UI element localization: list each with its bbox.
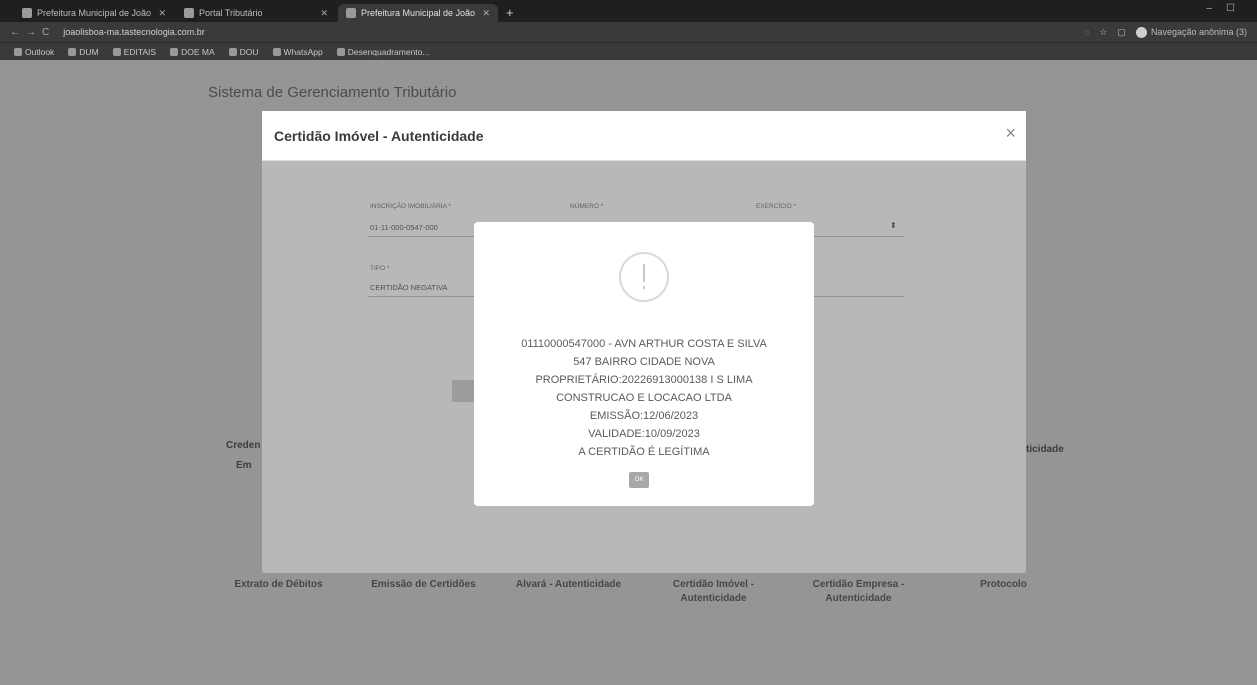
incognito-indicator[interactable]: Navegação anônima (3) bbox=[1135, 26, 1247, 38]
bookmark-item[interactable]: Desenquadramento... bbox=[336, 47, 429, 57]
star-icon[interactable]: ☆ bbox=[1099, 27, 1107, 38]
browser-tab[interactable]: Prefeitura Municipal de João Lisb ✕ bbox=[14, 4, 174, 22]
bookmark-icon bbox=[272, 47, 281, 56]
tab-label: Portal Tributário bbox=[199, 8, 263, 18]
modal-header: Certidão Imóvel - Autenticidade × bbox=[262, 111, 1026, 161]
bookmark-icon bbox=[14, 47, 22, 56]
bookmark-item[interactable]: WhatsApp bbox=[272, 47, 323, 57]
modal-title: Certidão Imóvel - Autenticidade bbox=[274, 128, 484, 144]
warning-bar bbox=[643, 264, 645, 282]
bookmark-icon bbox=[170, 47, 179, 56]
bookmark-icon bbox=[228, 47, 237, 56]
eye-off-icon[interactable]: ◌ bbox=[1084, 27, 1089, 37]
tab-label: Prefeitura Municipal de João Lisb bbox=[37, 8, 153, 18]
new-tab-button[interactable]: + bbox=[500, 4, 520, 22]
bookmark-item[interactable]: Outlook bbox=[14, 47, 54, 57]
bookmark-icon bbox=[336, 47, 345, 56]
favicon-icon bbox=[184, 8, 194, 18]
bookmark-icon bbox=[68, 47, 77, 56]
incognito-icon bbox=[1135, 26, 1147, 38]
nav-buttons-icon[interactable]: ←→C bbox=[10, 27, 55, 38]
bookmark-icon bbox=[112, 47, 121, 56]
bookmark-item[interactable]: DUM bbox=[68, 47, 99, 57]
bookmark-item[interactable]: DOE MA bbox=[170, 47, 215, 57]
tab-close-icon[interactable]: ✕ bbox=[320, 8, 328, 19]
ok-button[interactable]: OK bbox=[629, 472, 649, 488]
address-bar: ←→C joaolisboa-ma.tastecnologia.com.br ◌… bbox=[0, 22, 1257, 42]
warning-icon bbox=[619, 252, 669, 302]
url-field[interactable]: joaolisboa-ma.tastecnologia.com.br bbox=[63, 27, 1076, 37]
tab-label: Prefeitura Municipal de João Lisb bbox=[361, 8, 477, 18]
sidepanel-icon[interactable]: ▢ bbox=[1117, 27, 1126, 38]
warning-dot bbox=[643, 286, 645, 289]
window-controls[interactable]: –☐ bbox=[1206, 3, 1249, 14]
tab-close-icon[interactable]: ✕ bbox=[482, 8, 490, 19]
browser-tab[interactable]: Portal Tributário ✕ bbox=[176, 4, 336, 22]
tab-close-icon[interactable]: ✕ bbox=[158, 8, 166, 19]
browser-tab-active[interactable]: Prefeitura Municipal de João Lisb ✕ bbox=[338, 4, 498, 22]
browser-tab-bar: Prefeitura Municipal de João Lisb ✕ Port… bbox=[0, 0, 1257, 22]
incognito-label: Navegação anônima (3) bbox=[1150, 27, 1247, 37]
bookmark-item[interactable]: EDITAIS bbox=[112, 47, 156, 57]
toolbar-right: ◌ ☆ ▢ Navegação anônima (3) bbox=[1084, 26, 1247, 38]
alert-dialog: 01110000547000 - AVN ARTHUR COSTA E SILV… bbox=[474, 222, 814, 506]
close-icon[interactable]: × bbox=[1005, 123, 1016, 144]
favicon-icon bbox=[22, 8, 32, 18]
bookmark-item[interactable]: DOU bbox=[228, 47, 259, 57]
bookmarks-bar: Outlook DUM EDITAIS DOE MA DOU WhatsApp … bbox=[0, 42, 1257, 60]
alert-message: 01110000547000 - AVN ARTHUR COSTA E SILV… bbox=[521, 338, 767, 458]
favicon-icon bbox=[346, 8, 356, 18]
